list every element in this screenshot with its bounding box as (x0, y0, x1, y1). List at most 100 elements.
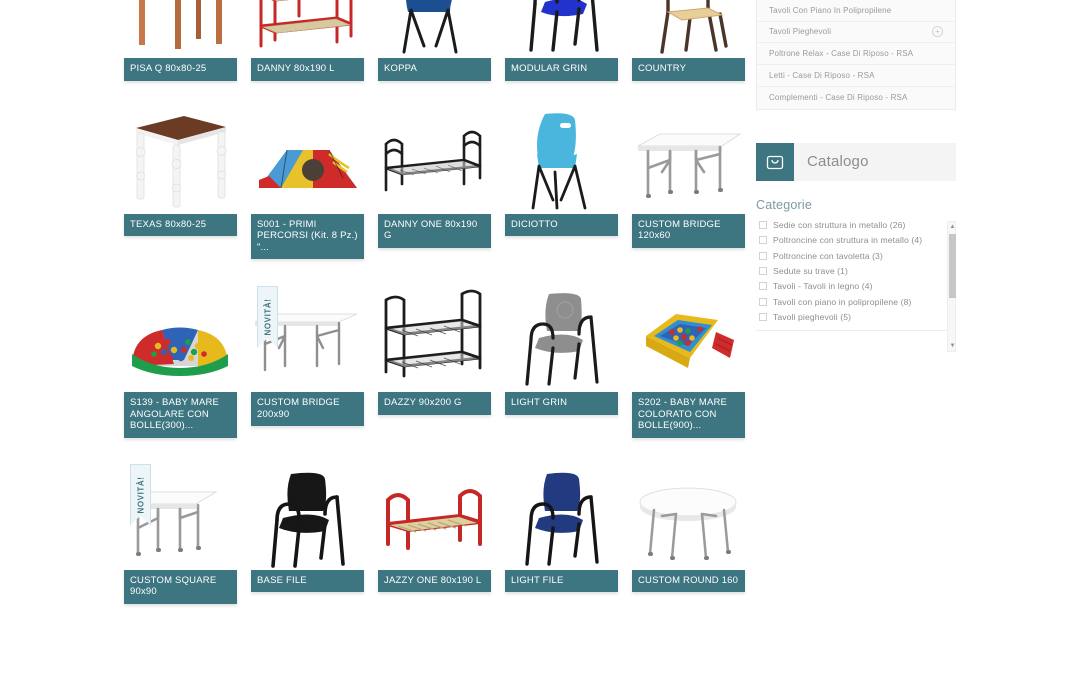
product-thumbnail[interactable] (505, 631, 618, 675)
product-title: CUSTOM BRIDGE 200x90 (251, 392, 364, 426)
product-card[interactable]: BASE FILE (251, 465, 364, 592)
category-filter-row[interactable]: Sedute su trave (1) (756, 266, 942, 277)
category-label: Tavoli con piano in polipropilene (8) (773, 296, 912, 307)
product-thumbnail[interactable] (632, 0, 745, 58)
category-checkbox[interactable] (759, 251, 767, 260)
expand-plus-icon[interactable]: + (932, 26, 943, 38)
product-card[interactable]: LIGHT GRIN (505, 288, 618, 415)
menu-item-label: Poltrone Relax - Case Di Riposo - RSA (769, 49, 914, 59)
scrollbar-thumb[interactable] (949, 233, 956, 298)
product-thumbnail[interactable] (505, 0, 618, 58)
product-row-partial (124, 631, 745, 675)
product-card[interactable]: CUSTOM BRIDGE 120x60 (632, 109, 745, 248)
novita-badge: NOVITÀ! (257, 286, 278, 348)
product-thumbnail[interactable] (378, 0, 491, 58)
category-filter-row[interactable]: Tavoli con piano in polipropilene (8) (756, 297, 942, 308)
product-card[interactable]: DAZZY 90x200 G (378, 288, 491, 415)
product-title: S139 - BABY MARE ANGOLARE CON BOLLE(300)… (124, 392, 237, 438)
product-thumbnail[interactable] (124, 288, 237, 392)
product-thumbnail[interactable] (378, 631, 491, 675)
category-checkbox[interactable] (759, 236, 767, 245)
menu-item-letti[interactable]: Letti - Case Di Riposo - RSA (757, 65, 955, 87)
product-title: BASE FILE (251, 569, 364, 592)
product-thumbnail[interactable] (124, 631, 237, 675)
product-title: COUNTRY (632, 58, 745, 81)
product-thumbnail[interactable] (505, 288, 618, 392)
category-filter-row[interactable]: Sedie con struttura in metallo (26) (756, 220, 942, 231)
single-bed-black-icon (384, 130, 482, 191)
category-checkbox[interactable] (759, 297, 767, 306)
product-thumbnail[interactable] (378, 109, 491, 214)
product-card[interactable] (124, 631, 237, 675)
menu-item-tavoli-pieghevoli[interactable]: Tavoli Pieghevoli + (757, 22, 955, 44)
round-table-white-icon (639, 487, 737, 560)
product-card[interactable]: JAZZY ONE 80x190 L (378, 465, 491, 592)
product-thumbnail[interactable] (378, 465, 491, 570)
product-card[interactable]: COUNTRY (632, 0, 745, 81)
category-filter-row[interactable]: Poltroncine con struttura in metallo (4) (756, 235, 942, 246)
category-checkbox[interactable] (759, 282, 767, 291)
product-card[interactable] (378, 631, 491, 675)
product-thumbnail[interactable] (632, 631, 745, 675)
category-filter-row[interactable]: Poltroncine con tavoletta (3) (756, 251, 942, 262)
menu-item-tavoli-polipropilene[interactable]: Tavoli Con Piano In Polipropilene (757, 0, 955, 22)
category-label: Sedie con struttura in metallo (26) (773, 219, 906, 230)
categories-block: Categorie Sedie con struttura in metallo… (756, 198, 956, 352)
ball-pool-square-icon (646, 314, 734, 368)
category-filter-row[interactable]: Tavoli pieghevoli (5) (756, 312, 942, 323)
menu-item-poltrone-relax[interactable]: Poltrone Relax - Case Di Riposo - RSA (757, 43, 955, 66)
product-card[interactable]: MODULAR GRIN (505, 0, 618, 81)
product-card[interactable] (251, 631, 364, 675)
product-card[interactable]: DANNY ONE 80x190 G (378, 109, 491, 248)
category-checkbox[interactable] (759, 220, 767, 229)
scroll-up-arrow-icon[interactable]: ▲ (948, 222, 957, 232)
product-thumbnail[interactable] (124, 0, 237, 58)
product-card[interactable]: NOVITÀ! CUSTOM BRIDGE 200x90 (251, 286, 364, 426)
product-thumbnail[interactable] (251, 465, 364, 570)
menu-item-complementi[interactable]: Complementi - Case Di Riposo - RSA (757, 87, 955, 109)
product-title: DAZZY 90x200 G (378, 392, 491, 415)
category-label: Tavoli pieghevoli (5) (773, 312, 852, 323)
product-card[interactable]: KOPPA (378, 0, 491, 81)
product-thumbnail[interactable] (632, 465, 745, 570)
product-card[interactable]: LIGHT FILE (505, 465, 618, 592)
product-thumbnail[interactable] (632, 288, 745, 392)
categories-scrollbar[interactable]: ▲ ▼ (947, 220, 957, 352)
category-filter-row[interactable]: Tavoli - Tavoli in legno (4) (756, 281, 942, 292)
soft-play-ramp-icon (259, 149, 357, 188)
product-card[interactable]: NOVITÀ! CUSTOM SQUARE 90x90 (124, 463, 237, 604)
product-thumbnail[interactable] (251, 109, 364, 214)
product-card[interactable]: S202 - BABY MARE COLORATO CON BOLLE(900)… (632, 288, 745, 438)
chair-grey-arms-icon (525, 293, 599, 386)
product-card[interactable]: CUSTOM ROUND 160 (632, 465, 745, 592)
catalog-title: Catalogo (807, 153, 869, 171)
product-card[interactable]: DANNY 80x190 L (251, 0, 364, 81)
product-card[interactable] (505, 631, 618, 675)
product-title: S001 - PRIMI PERCORSI (Kit. 8 Pz.) "... (251, 213, 364, 259)
product-thumbnail[interactable] (505, 109, 618, 214)
product-card[interactable]: PISA Q 80x80-25 (124, 0, 237, 81)
divider (756, 330, 956, 332)
product-thumbnail[interactable] (124, 109, 237, 214)
product-thumbnail[interactable] (251, 631, 364, 675)
product-card[interactable]: DICIOTTO (505, 109, 618, 236)
category-checkbox[interactable] (759, 266, 767, 275)
partial-dark-red-icon (251, 658, 364, 675)
product-title: CUSTOM ROUND 160 (632, 569, 745, 592)
product-thumbnail[interactable] (251, 0, 364, 58)
white-leg-table-icon (135, 115, 227, 207)
product-card[interactable] (632, 631, 745, 675)
product-thumbnail[interactable] (632, 109, 745, 214)
product-card[interactable]: S001 - PRIMI PERCORSI (Kit. 8 Pz.) "... (251, 109, 364, 259)
category-menu-panel: Tavoli In Legno + Tavoli Con Piano In Po… (756, 0, 956, 110)
scroll-down-arrow-icon[interactable]: ▼ (948, 341, 957, 351)
product-thumbnail[interactable] (378, 288, 491, 392)
product-thumbnail[interactable] (505, 465, 618, 570)
product-card[interactable]: S139 - BABY MARE ANGOLARE CON BOLLE(300)… (124, 288, 237, 438)
product-row: S139 - BABY MARE ANGOLARE CON BOLLE(300)… (124, 286, 745, 438)
category-checkbox[interactable] (759, 313, 767, 322)
product-title: DICIOTTO (505, 213, 618, 236)
product-card[interactable]: TEXAS 80x80-25 (124, 109, 237, 236)
product-title: LIGHT FILE (505, 569, 618, 592)
catalog-header: Catalogo (756, 142, 956, 181)
